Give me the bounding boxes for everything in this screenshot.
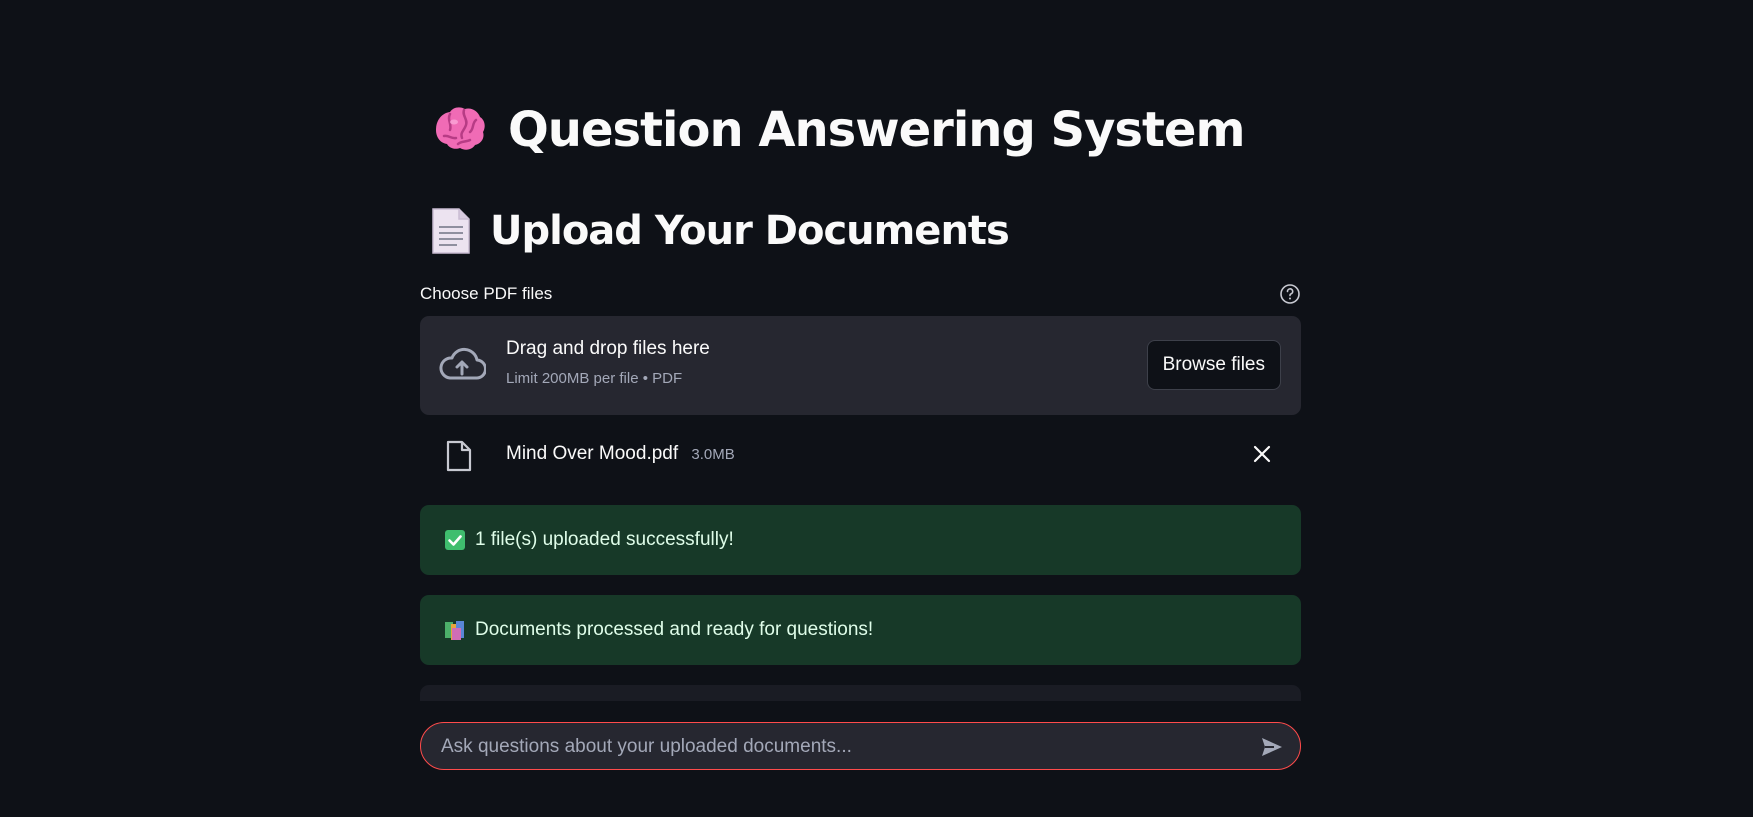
file-name-wrap: Mind Over Mood.pdf 3.0MB [506, 443, 735, 465]
chat-input-container [420, 722, 1301, 771]
check-box-icon [445, 530, 465, 550]
upload-heading-text: Upload Your Documents [490, 208, 1010, 254]
books-icon [445, 621, 464, 640]
app-page: Question Answering System Upload Your Do… [0, 0, 1753, 817]
page-document-icon [432, 208, 470, 254]
chat-question-input[interactable] [439, 723, 1243, 771]
file-dropzone[interactable]: Drag and drop files here Limit 200MB per… [420, 316, 1301, 415]
alert-text-processed: Documents processed and ready for questi… [475, 619, 874, 640]
uploader-label-row: Choose PDF files [420, 283, 1301, 305]
app-title: Question Answering System [508, 102, 1245, 158]
page-title: Question Answering System [428, 100, 1245, 160]
dropzone-text: Drag and drop files here Limit 200MB per… [506, 338, 710, 387]
success-alert-processed: Documents processed and ready for questi… [420, 595, 1301, 665]
cloud-upload-icon [439, 347, 486, 380]
success-alert-upload: 1 file(s) uploaded successfully! [420, 505, 1301, 575]
file-size: 3.0MB [691, 446, 735, 463]
browse-files-button[interactable]: Browse files [1146, 340, 1281, 390]
dropzone-title: Drag and drop files here [506, 338, 710, 359]
upload-heading: Upload Your Documents [430, 207, 1010, 255]
uploaded-file-row: Mind Over Mood.pdf 3.0MB [420, 433, 1301, 475]
brain-icon [436, 107, 485, 150]
chat-history-container [420, 685, 1301, 701]
dropzone-subtitle: Limit 200MB per file • PDF [506, 370, 683, 387]
file-name: Mind Over Mood.pdf [506, 443, 679, 464]
uploader-label: Choose PDF files [420, 284, 553, 303]
file-icon [446, 440, 472, 472]
alert-text-upload: 1 file(s) uploaded successfully! [475, 529, 734, 550]
send-icon[interactable] [1260, 735, 1284, 759]
close-icon[interactable] [1251, 443, 1273, 465]
help-circle-icon[interactable] [1279, 283, 1301, 305]
